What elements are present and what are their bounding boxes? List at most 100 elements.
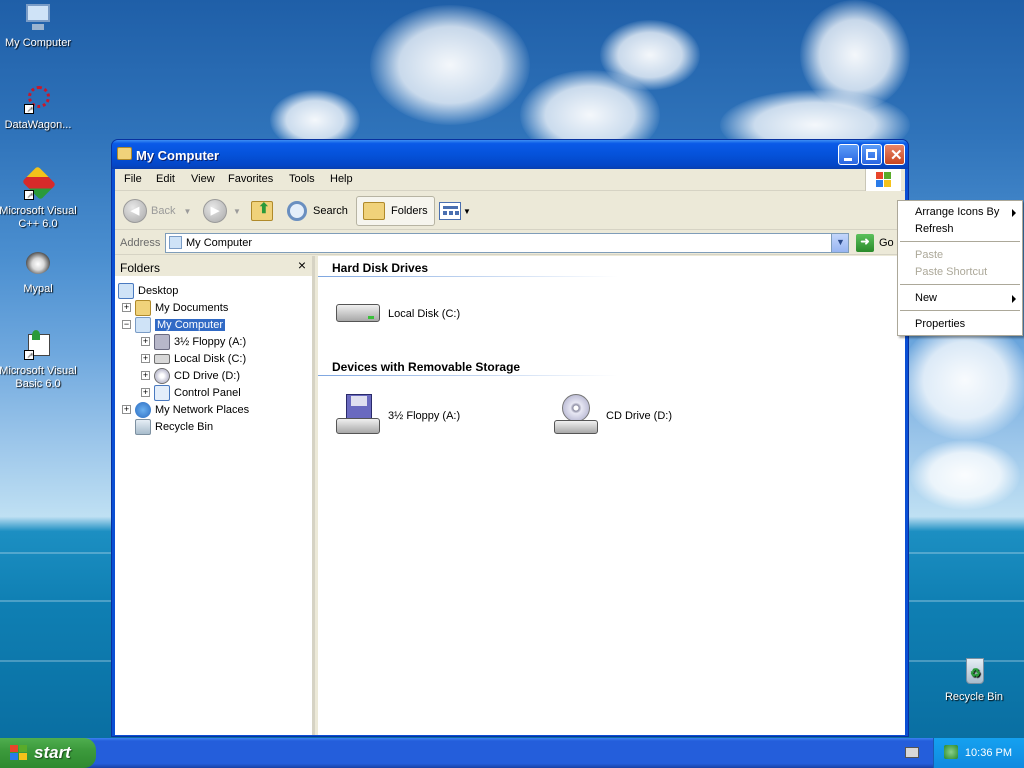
toolbar: ◀ Back ▼ ▶ ▼ ⬆ Search Folders ▼ (115, 192, 905, 230)
group-divider (318, 276, 618, 277)
address-input[interactable]: My Computer ▼ (165, 233, 849, 253)
context-menu-new[interactable]: New (898, 290, 1022, 307)
visual-basic-icon: ↗ (22, 330, 54, 362)
forward-button[interactable]: ▶ ▼ (203, 196, 241, 226)
address-dropdown-button[interactable]: ▼ (831, 234, 848, 252)
expand-icon[interactable]: + (122, 303, 131, 312)
menu-edit[interactable]: Edit (156, 173, 175, 185)
menu-help[interactable]: Help (330, 173, 353, 185)
maximize-icon (866, 149, 877, 160)
menu-item-label: Paste Shortcut (915, 266, 988, 278)
address-bar: Address My Computer ▼ ➜ Go (115, 231, 905, 255)
tree-item-local-disk[interactable]: + Local Disk (C:) (141, 350, 246, 367)
expand-icon[interactable]: + (122, 405, 131, 414)
system-tray: 10:36 PM (933, 738, 1024, 768)
menu-separator (900, 241, 1020, 242)
close-button[interactable]: ✕ (884, 144, 905, 165)
menu-view[interactable]: View (191, 173, 215, 185)
computer-icon (169, 236, 182, 249)
go-label: Go (879, 237, 894, 249)
datawagon-icon: ↗ (22, 84, 54, 116)
maximize-button[interactable] (861, 144, 882, 165)
desktop-icon-visual-basic[interactable]: ↗ Microsoft Visual Basic 6.0 (0, 330, 78, 391)
context-menu-properties[interactable]: Properties (898, 316, 1022, 333)
folders-button[interactable]: Folders (356, 196, 435, 226)
window-title: My Computer (136, 148, 220, 163)
tree-item-floppy[interactable]: + 3½ Floppy (A:) (141, 333, 246, 350)
folders-pane-header: Folders × (115, 256, 312, 276)
menu-tools[interactable]: Tools (289, 173, 315, 185)
back-label: Back (151, 205, 176, 217)
mypal-icon (22, 248, 54, 280)
keyboard-icon[interactable] (905, 747, 919, 758)
search-button[interactable]: Search (287, 196, 348, 226)
title-bar[interactable]: My Computer ✕ (112, 140, 908, 169)
clock[interactable]: 10:36 PM (965, 747, 1012, 759)
hard-disk-icon (334, 300, 382, 328)
group-header-removable-storage: Devices with Removable Storage (332, 360, 521, 374)
go-button[interactable]: ➜ Go (856, 233, 894, 253)
start-button[interactable]: start (0, 738, 96, 768)
context-menu-arrange-icons-by[interactable]: Arrange Icons By (898, 204, 1022, 221)
hard-disk-icon (154, 353, 170, 364)
tree-item-desktop[interactable]: Desktop (118, 282, 178, 299)
tree-item-label: Recycle Bin (155, 420, 214, 433)
folders-label: Folders (391, 205, 428, 217)
back-dropdown-icon: ▼ (183, 206, 192, 216)
expand-icon[interactable]: + (141, 337, 150, 346)
tree-item-label: My Network Places (155, 403, 250, 416)
tree-item-my-documents[interactable]: + My Documents (122, 299, 228, 316)
desktop-icon-visual-cpp[interactable]: ↗ Microsoft Visual C++ 6.0 (0, 166, 78, 231)
views-button[interactable]: ▼ (439, 196, 471, 226)
documents-folder-icon (135, 299, 151, 316)
close-icon: ✕ (890, 147, 903, 164)
expand-icon[interactable]: + (141, 354, 150, 363)
submenu-arrow-icon (1012, 295, 1016, 303)
my-computer-window[interactable]: My Computer ✕ File Edit View Favorites T… (111, 139, 909, 737)
content-pane[interactable]: Hard Disk Drives Local Disk (C:) Devices… (318, 256, 905, 735)
search-icon (287, 201, 307, 221)
menu-favorites[interactable]: Favorites (228, 173, 273, 185)
tree-item-recycle-bin[interactable]: Recycle Bin (135, 418, 213, 435)
network-tray-icon[interactable] (944, 745, 958, 759)
up-folder-button[interactable]: ⬆ (251, 196, 273, 226)
drive-floppy-a[interactable]: 3½ Floppy (A:) (334, 392, 460, 440)
desktop-icon (118, 282, 134, 299)
up-folder-icon: ⬆ (251, 200, 273, 221)
back-arrow-icon: ◀ (123, 199, 147, 223)
tree-item-label: CD Drive (D:) (174, 369, 240, 382)
desktop-icon-label: Microsoft Visual Basic 6.0 (0, 365, 77, 390)
back-button[interactable]: ◀ Back ▼ (123, 196, 191, 226)
collapse-icon[interactable]: − (122, 320, 131, 329)
tree-item-network-places[interactable]: + My Network Places (122, 401, 249, 418)
drive-label: CD Drive (D:) (606, 410, 672, 422)
folder-icon (117, 147, 132, 160)
group-header-hard-disk-drives: Hard Disk Drives (332, 261, 429, 275)
tree-item-control-panel[interactable]: + Control Panel (141, 384, 241, 401)
context-menu-paste-shortcut[interactable]: Paste Shortcut (898, 264, 1022, 281)
tree-item-my-computer[interactable]: − My Computer (122, 316, 226, 333)
computer-icon (22, 2, 54, 34)
desktop-icon-mypal[interactable]: Mypal (0, 248, 78, 296)
desktop-icon-recycle-bin[interactable]: ♻ Recycle Bin (934, 656, 1014, 704)
menu-file[interactable]: File (124, 173, 142, 185)
desktop-icon-label: Recycle Bin (944, 691, 1004, 703)
drive-cd-d[interactable]: CD Drive (D:) (552, 392, 672, 440)
menu-item-label: Arrange Icons By (915, 206, 1000, 218)
desktop-icon-label: DataWagon... (4, 119, 72, 131)
expand-icon[interactable]: + (141, 388, 150, 397)
desktop-icon-datawagon[interactable]: ↗ DataWagon... (0, 84, 78, 132)
chevron-down-icon: ▼ (836, 237, 845, 247)
menu-separator (900, 284, 1020, 285)
folders-pane-close-button[interactable]: × (298, 257, 306, 273)
tree-item-cd-drive[interactable]: + CD Drive (D:) (141, 367, 240, 384)
menu-item-label: Properties (915, 318, 966, 330)
context-menu-refresh[interactable]: Refresh (898, 221, 1022, 238)
drive-local-disk-c[interactable]: Local Disk (C:) (334, 300, 460, 328)
expand-icon[interactable]: + (141, 371, 150, 380)
desktop-icon-label: My Computer (4, 37, 72, 49)
network-places-icon (135, 401, 151, 418)
desktop-icon-my-computer[interactable]: My Computer (0, 2, 78, 50)
context-menu-paste[interactable]: Paste (898, 247, 1022, 264)
minimize-button[interactable] (838, 144, 859, 165)
